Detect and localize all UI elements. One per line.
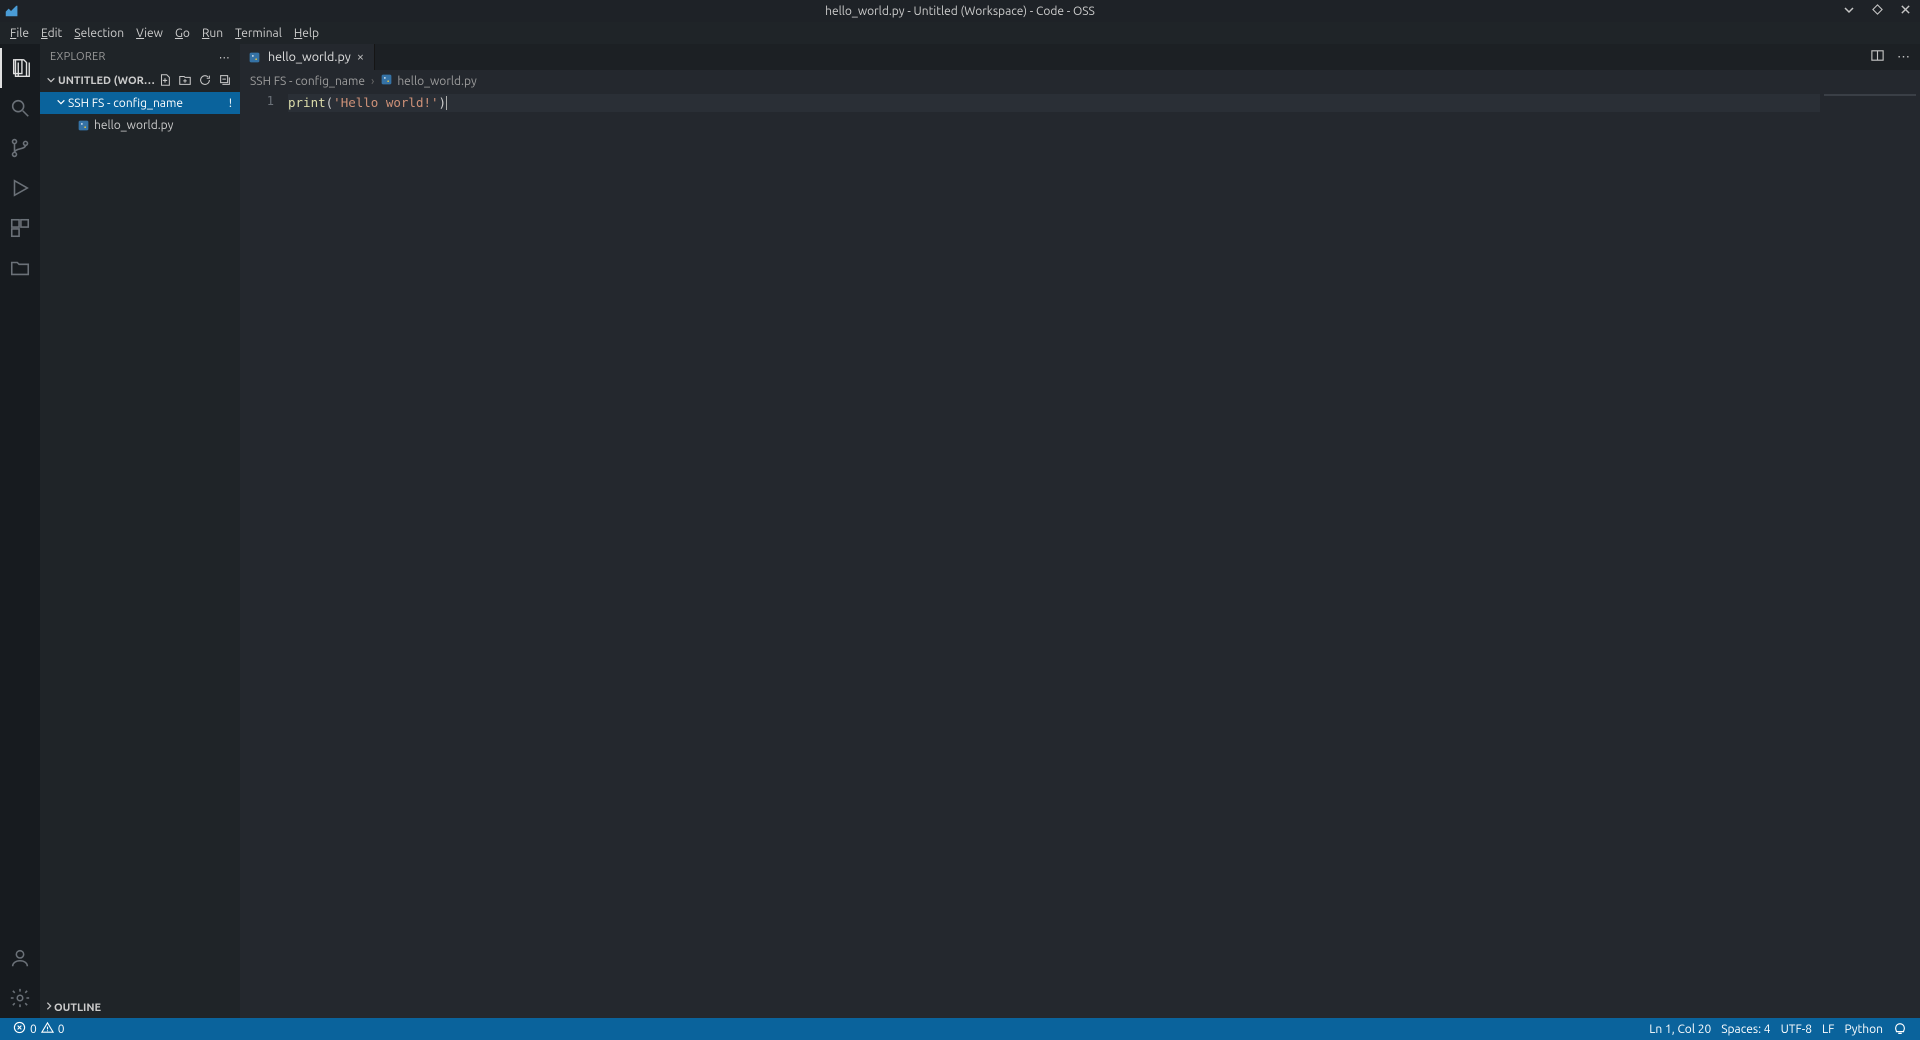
extensions-icon	[9, 217, 31, 239]
main-region: EXPLORER ⋯ UNTITLED (WORKSP…	[0, 44, 1920, 1018]
activity-extensions[interactable]	[0, 208, 40, 248]
tree-file-label: hello_world.py	[94, 119, 173, 132]
status-errors-count: 0	[30, 1023, 37, 1036]
menu-run[interactable]: Run	[196, 27, 229, 40]
activity-scm[interactable]	[0, 128, 40, 168]
status-problems[interactable]: 0 0	[8, 1021, 70, 1037]
folder-remote-icon	[9, 257, 31, 279]
code-content[interactable]: print('Hello world!')	[288, 92, 1920, 1018]
tabbar: hello_world.py × ⋯	[240, 44, 1920, 70]
maximize-icon[interactable]	[1870, 4, 1884, 19]
chevron-right-icon	[44, 1001, 54, 1014]
tab-actions: ⋯	[1870, 44, 1920, 70]
sidebar-title-label: EXPLORER	[50, 51, 106, 63]
app-icon	[0, 4, 22, 18]
close-icon[interactable]	[1898, 4, 1912, 19]
status-language[interactable]: Python	[1839, 1023, 1888, 1036]
python-file-icon	[380, 73, 393, 89]
menu-file[interactable]: FFileile	[4, 27, 35, 40]
chevron-down-icon	[54, 97, 68, 110]
error-icon	[13, 1021, 26, 1037]
collapse-all-icon[interactable]	[218, 73, 232, 90]
tree-folder-label: SSH FS - config_name	[68, 97, 229, 110]
python-file-icon	[76, 119, 90, 132]
menu-terminal[interactable]: Terminal	[229, 27, 288, 40]
menu-go[interactable]: Go	[169, 27, 196, 40]
menu-selection[interactable]: Selection	[68, 27, 130, 40]
token-string: 'Hello world!'	[333, 95, 438, 110]
split-editor-icon[interactable]	[1870, 48, 1885, 66]
minimap-line	[1824, 94, 1916, 96]
refresh-icon[interactable]	[198, 73, 212, 90]
workspace-label: UNTITLED (WORKSP…	[58, 75, 158, 87]
sidebar-explorer: EXPLORER ⋯ UNTITLED (WORKSP…	[40, 44, 240, 1018]
tree-file-hello-world[interactable]: hello_world.py	[40, 114, 240, 136]
activity-settings[interactable]	[0, 978, 40, 1018]
workspace-actions	[158, 73, 236, 90]
search-icon	[9, 97, 31, 119]
breadcrumb-folder[interactable]: SSH FS - config_name	[250, 75, 365, 88]
titlebar: hello_world.py - Untitled (Workspace) - …	[0, 0, 1920, 22]
sidebar-title: EXPLORER ⋯	[40, 44, 240, 70]
menu-edit[interactable]: Edit	[35, 27, 68, 40]
breadcrumb-file[interactable]: hello_world.py	[380, 73, 476, 89]
tree-folder-sshfs[interactable]: SSH FS - config_name !	[40, 92, 240, 114]
app-root: hello_world.py - Untitled (Workspace) - …	[0, 0, 1920, 1040]
token-close-paren: )	[439, 95, 447, 110]
status-warnings-count: 0	[58, 1023, 65, 1036]
editor-body[interactable]: 1 print('Hello world!')	[240, 92, 1920, 1018]
status-cursor-position[interactable]: Ln 1, Col 20	[1644, 1023, 1716, 1036]
tab-hello-world[interactable]: hello_world.py ×	[240, 44, 375, 70]
workspace-section-header[interactable]: UNTITLED (WORKSP…	[40, 70, 240, 92]
chevron-down-icon	[44, 75, 58, 88]
breadcrumb-separator: ›	[371, 75, 374, 88]
minimap[interactable]	[1820, 92, 1920, 1018]
activity-accounts[interactable]	[0, 938, 40, 978]
warning-icon	[41, 1021, 54, 1037]
breadcrumb: SSH FS - config_name › hello_world.py	[240, 70, 1920, 92]
branch-icon	[9, 137, 31, 159]
breadcrumb-file-label: hello_world.py	[397, 75, 476, 88]
line-number: 1	[240, 94, 274, 108]
menubar: FFileile Edit Selection View Go Run Term…	[0, 22, 1920, 44]
debug-icon	[9, 177, 31, 199]
menu-view[interactable]: View	[130, 27, 169, 40]
statusbar: 0 0 Ln 1, Col 20 Spaces: 4 UTF-8 LF Pyth…	[0, 1018, 1920, 1040]
code-line-1: print('Hello world!')	[288, 94, 1920, 112]
status-feedback-icon[interactable]	[1888, 1022, 1912, 1036]
files-icon	[10, 57, 32, 79]
token-func: print	[288, 95, 326, 110]
activity-search[interactable]	[0, 88, 40, 128]
new-folder-icon[interactable]	[178, 73, 192, 90]
tab-close-icon[interactable]: ×	[357, 50, 364, 64]
menu-help[interactable]: Help	[288, 27, 325, 40]
new-file-icon[interactable]	[158, 73, 172, 90]
status-eol[interactable]: LF	[1817, 1023, 1839, 1036]
tab-label: hello_world.py	[268, 50, 351, 64]
chevron-down-icon[interactable]	[1842, 4, 1856, 19]
editor-area: hello_world.py × ⋯ SSH FS - config_name …	[240, 44, 1920, 1018]
sidebar-more-icon[interactable]: ⋯	[219, 51, 230, 64]
activity-explorer[interactable]	[0, 48, 40, 88]
outline-section-header[interactable]: OUTLINE	[40, 996, 240, 1018]
tree-folder-badge: !	[229, 97, 240, 110]
status-encoding[interactable]: UTF-8	[1776, 1023, 1817, 1036]
activitybar	[0, 44, 40, 1018]
account-icon	[9, 947, 31, 969]
editor-more-icon[interactable]: ⋯	[1897, 50, 1910, 65]
gear-icon	[9, 987, 31, 1009]
activity-debug[interactable]	[0, 168, 40, 208]
outline-label: OUTLINE	[54, 1002, 101, 1014]
activity-sshfs[interactable]	[0, 248, 40, 288]
window-title: hello_world.py - Untitled (Workspace) - …	[0, 5, 1920, 18]
breadcrumb-folder-label: SSH FS - config_name	[250, 75, 365, 88]
python-file-icon	[248, 51, 262, 64]
status-indentation[interactable]: Spaces: 4	[1716, 1023, 1775, 1036]
text-cursor	[446, 96, 447, 110]
gutter: 1	[240, 92, 288, 1018]
